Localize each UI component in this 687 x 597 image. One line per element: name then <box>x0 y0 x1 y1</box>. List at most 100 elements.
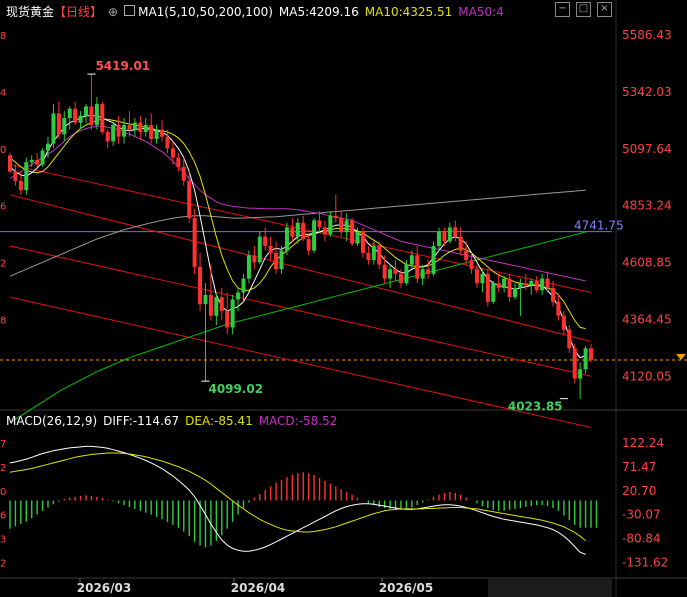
candle-body <box>138 122 143 132</box>
minimize-icon[interactable]: − <box>555 2 570 17</box>
candle-body <box>274 252 279 270</box>
candle-body <box>436 232 441 246</box>
hline-label: 4741.75 <box>574 219 624 233</box>
candle-body <box>377 245 382 265</box>
candle-body <box>474 269 479 284</box>
candle-body <box>127 125 132 130</box>
period-label[interactable]: 【日线】 <box>54 5 102 19</box>
candle-body <box>279 250 284 270</box>
candle-body <box>589 348 594 360</box>
candle-body <box>409 255 414 265</box>
chart-header: 现货黄金【日线】 ⊕ MA1(5,10,50,200,100) MA5:4209.16… <box>6 3 510 21</box>
candle-body <box>284 227 289 251</box>
candle-body <box>523 283 528 286</box>
macd-panel: 122.24 7 71.47 2 20.70 0 -30.07 6 -80.84 3 -131.62… <box>0 436 668 569</box>
extreme-label: 5419.01 <box>95 59 150 73</box>
candle-body <box>111 125 116 142</box>
candle-body <box>431 245 436 274</box>
ma5-value: MA5:4209.16 <box>278 5 359 19</box>
candle-body <box>122 125 127 137</box>
candle-body <box>208 294 213 316</box>
ma-settings[interactable]: MA1(5,10,50,200,100) <box>138 5 273 19</box>
candle-body <box>447 227 452 242</box>
candle-body <box>333 215 338 219</box>
candle-body <box>198 266 203 305</box>
candle-body <box>84 106 89 116</box>
candle-body <box>35 159 40 165</box>
candle-body <box>268 245 273 253</box>
macd-diff: DIFF:-114.67 <box>103 414 180 428</box>
candle-body <box>371 245 376 260</box>
candle-body <box>567 329 572 349</box>
candle-body <box>398 273 403 284</box>
macd-tick-label: -30.07 <box>622 508 661 522</box>
macd-title[interactable]: MACD(26,12,9) <box>6 414 97 428</box>
close-icon[interactable]: × <box>597 2 612 17</box>
candle-body <box>181 166 186 181</box>
candle-body <box>29 159 34 163</box>
candle-body <box>415 255 420 279</box>
time-label: 2026/05 <box>379 581 433 595</box>
candle-body <box>214 297 219 316</box>
price-tick-label: 4364.45 <box>622 312 672 326</box>
candle-body <box>420 269 425 279</box>
candle-body <box>94 104 99 126</box>
macd-tick-label: -80.84 <box>622 531 661 545</box>
ma50-value: MA50:4 <box>458 5 504 19</box>
left-clip-label: 6 <box>0 202 6 213</box>
window-controls: − □ × <box>555 2 612 17</box>
ma200-line <box>9 231 586 424</box>
symbol-name[interactable]: 现货黄金 <box>6 5 54 19</box>
candle-body <box>556 301 561 316</box>
candle-body <box>350 220 355 244</box>
ma-settings-icon[interactable] <box>124 5 136 16</box>
candle-body <box>246 255 251 279</box>
candle-body <box>100 104 105 132</box>
candle-body <box>583 348 588 370</box>
candle-body <box>572 348 577 379</box>
price-tick-label: 4120.05 <box>622 369 672 383</box>
maximize-icon[interactable]: □ <box>576 2 591 17</box>
macd-tick-label: 20.70 <box>622 484 656 498</box>
settings-icon[interactable]: ⊕ <box>108 5 118 19</box>
left-clip-label: 7 <box>0 439 6 450</box>
candle-body <box>252 255 257 263</box>
price-tick-label: 4608.85 <box>622 256 672 270</box>
candle-body <box>529 280 534 286</box>
candle-body <box>301 222 306 240</box>
candle-body <box>518 283 523 288</box>
candle-body <box>469 259 474 270</box>
time-axis: 2026/03 2026/04 2026/05 <box>77 578 612 597</box>
left-clip-label: 8 <box>0 31 6 42</box>
candle-body <box>263 236 268 246</box>
candle-body <box>360 232 365 253</box>
left-clip-label: 0 <box>0 145 6 156</box>
price-marker-icon <box>676 353 686 360</box>
candle-body <box>8 155 12 172</box>
candle-body <box>578 369 583 379</box>
candle-body <box>464 250 469 260</box>
candle-body <box>502 278 507 288</box>
macd-tick-label: 122.24 <box>622 436 664 450</box>
candle-body <box>404 264 409 284</box>
chart-canvas: 4741.75 5419.01 4099.02 4023.85 5586.43 8 53… <box>0 0 687 597</box>
channel-line <box>9 296 592 428</box>
candle-body <box>312 220 317 251</box>
candle-body <box>366 252 371 260</box>
candle-body <box>89 106 94 126</box>
candle-body <box>388 269 393 279</box>
candle-body <box>491 283 496 302</box>
macd-value: MACD:-58.52 <box>258 414 338 428</box>
candle-body <box>442 232 447 242</box>
candle-body <box>230 299 235 328</box>
channel-line <box>9 194 592 342</box>
candle-body <box>143 125 148 132</box>
candlesticks <box>8 74 594 399</box>
price-tick-label: 5342.03 <box>622 85 672 99</box>
candle-body <box>46 143 51 151</box>
price-annotations: 5419.01 4099.02 4023.85 <box>87 59 568 414</box>
price-tick-label: 4853.24 <box>622 199 672 213</box>
candle-body <box>328 215 333 235</box>
candle-body <box>322 227 327 235</box>
candle-body <box>339 218 344 233</box>
